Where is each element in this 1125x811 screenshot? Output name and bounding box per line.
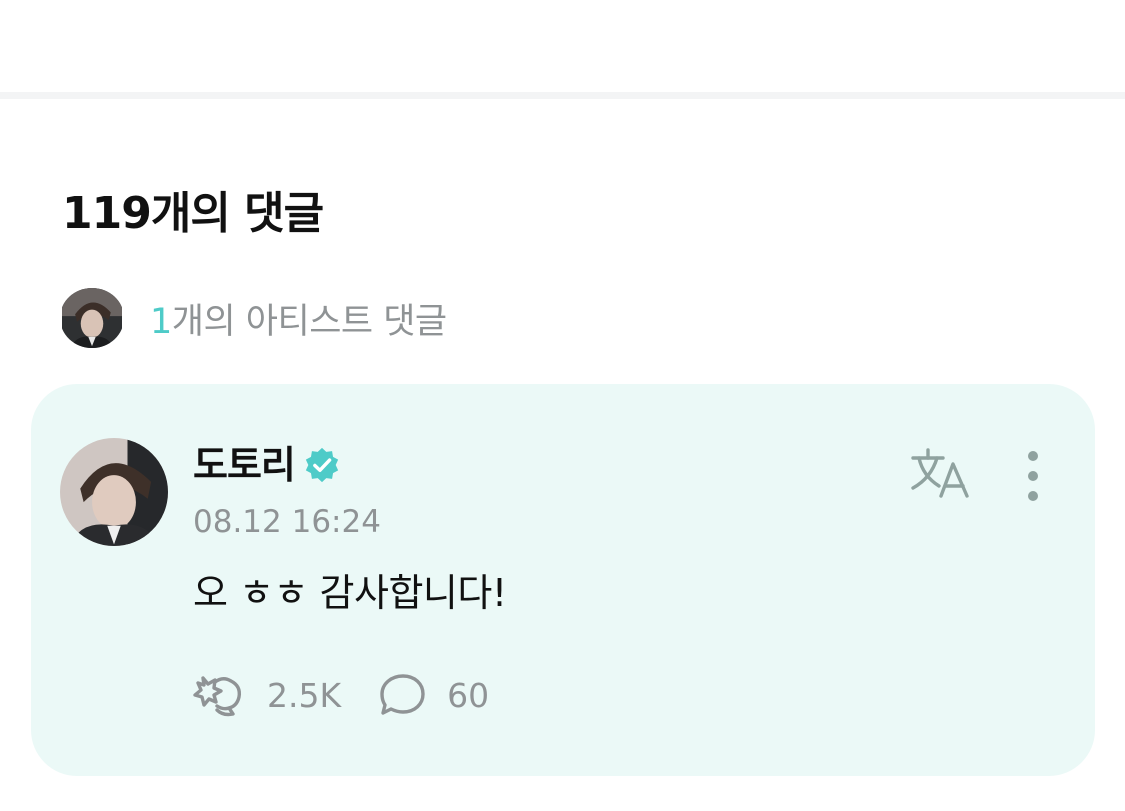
like-count: 2.5K (267, 675, 342, 715)
translate-icon[interactable] (909, 446, 973, 502)
section-divider (0, 92, 1125, 99)
comment-timestamp: 08.12 16:24 (193, 504, 381, 540)
comments-count-title: 119개의 댓글 (62, 188, 324, 239)
speech-bubble-icon (380, 674, 425, 715)
like-button[interactable]: 2.5K (193, 672, 341, 718)
artist-comments-label: 1개의 아티스트 댓글 (150, 293, 447, 344)
author-name-row: 도토리 (193, 440, 341, 490)
artist-comments-text: 개의 아티스트 댓글 (171, 301, 447, 342)
artist-comments-filter[interactable]: 1개의 아티스트 댓글 (60, 288, 447, 348)
comment-text: 오 ㅎㅎ 감사합니다! (193, 571, 507, 615)
artist-comments-count: 1 (150, 301, 172, 342)
cheer-hand-icon (193, 676, 242, 717)
more-vertical-icon[interactable] (1021, 448, 1045, 508)
verified-badge-icon (305, 447, 339, 483)
author-name[interactable]: 도토리 (193, 440, 296, 490)
reply-button[interactable]: 60 (379, 672, 489, 718)
artist-avatar (60, 288, 124, 348)
comment-actions: 2.5K 60 (193, 672, 489, 718)
artist-comment-card: 도토리 08.12 16:24 오 ㅎㅎ 감사합니다! 2.5K 60 (31, 384, 1095, 776)
reply-count: 60 (447, 675, 490, 715)
author-avatar[interactable] (60, 438, 168, 546)
